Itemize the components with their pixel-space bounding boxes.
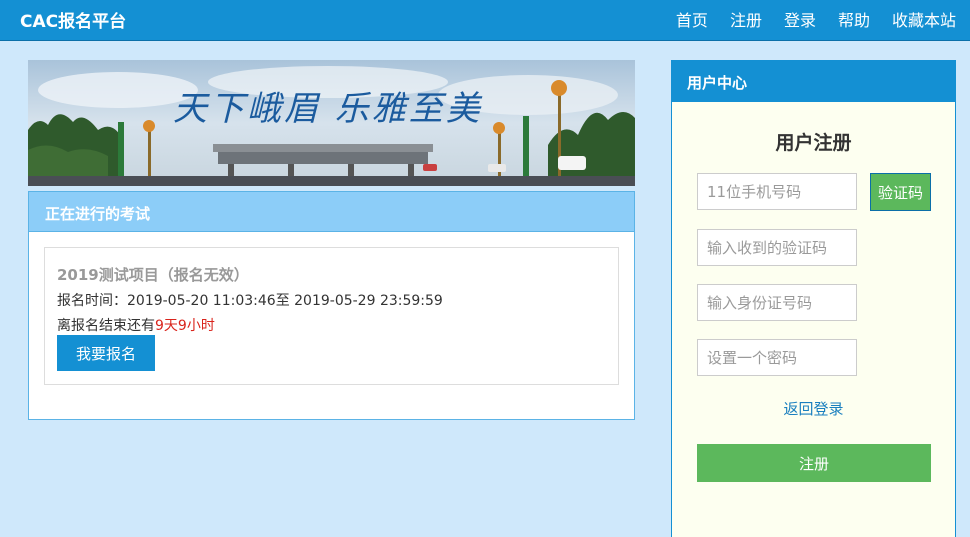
register-button[interactable]: 注册 xyxy=(697,444,931,482)
verification-code-input[interactable] xyxy=(697,229,857,266)
id-number-input[interactable] xyxy=(697,284,857,321)
send-code-button[interactable]: 验证码 xyxy=(870,173,931,211)
banner-scenery: 天下峨眉 乐雅至美 xyxy=(28,60,635,186)
exam-panel-title: 正在进行的考试 xyxy=(29,192,634,232)
nav-register[interactable]: 注册 xyxy=(730,7,762,31)
main-nav: 首页 注册 登录 帮助 收藏本站 xyxy=(676,7,956,31)
banner-slogan: 天下峨眉 乐雅至美 xyxy=(173,89,483,129)
register-form-title: 用户注册 xyxy=(775,132,852,154)
ongoing-exam-panel: 正在进行的考试 2019测试项目（报名无效） 报名时间：2019-05-20 1… xyxy=(28,191,635,420)
exam-remaining: 离报名结束还有9天9小时 xyxy=(57,315,215,335)
password-input[interactable] xyxy=(697,339,857,376)
nav-bookmark[interactable]: 收藏本站 xyxy=(892,7,956,31)
phone-input[interactable] xyxy=(697,173,857,210)
exam-time-label: 报名时间： xyxy=(57,293,127,309)
exam-remaining-label: 离报名结束还有 xyxy=(57,318,155,334)
user-center-title: 用户中心 xyxy=(672,61,955,102)
exam-time: 报名时间：2019-05-20 11:03:46至 2019-05-29 23:… xyxy=(57,290,443,310)
exam-card: 2019测试项目（报名无效） 报名时间：2019-05-20 11:03:46至… xyxy=(44,247,619,385)
nav-help[interactable]: 帮助 xyxy=(838,7,870,31)
exam-name: 2019测试项目（报名无效） xyxy=(57,266,249,284)
nav-login[interactable]: 登录 xyxy=(784,7,816,31)
back-to-login-link[interactable]: 返回登录 xyxy=(672,398,955,419)
apply-button[interactable]: 我要报名 xyxy=(57,335,155,371)
top-navbar: CAC报名平台 首页 注册 登录 帮助 收藏本站 xyxy=(0,0,970,41)
user-center-panel: 用户中心 用户注册 验证码 返回登录 注册 xyxy=(671,60,956,537)
nav-home[interactable]: 首页 xyxy=(676,7,708,31)
exam-remaining-value: 9天9小时 xyxy=(155,318,215,334)
banner-image: 天下峨眉 乐雅至美 xyxy=(28,60,635,186)
exam-time-value: 2019-05-20 11:03:46至 2019-05-29 23:59:59 xyxy=(127,293,443,309)
site-brand[interactable]: CAC报名平台 xyxy=(20,7,126,32)
